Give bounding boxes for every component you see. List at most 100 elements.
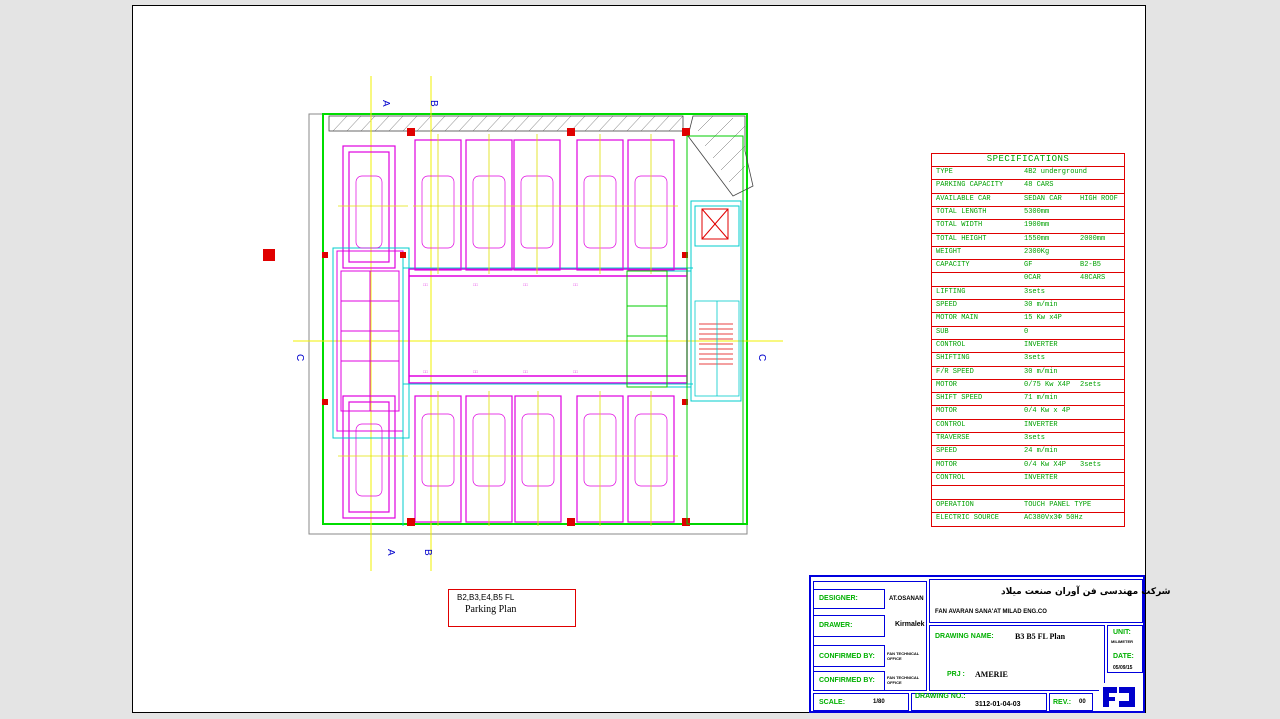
spec-value: 3sets bbox=[1024, 434, 1046, 442]
spec-value: TOUCH PANEL TYPE bbox=[1024, 500, 1092, 509]
spec-value: INVERTER bbox=[1024, 340, 1058, 349]
svg-text:□□: □□ bbox=[573, 369, 578, 374]
unit-label: UNIT: bbox=[1113, 629, 1131, 636]
spec-label: MOTOR bbox=[936, 380, 958, 389]
spec-value: 0CAR bbox=[1024, 274, 1041, 283]
designer-label: DESIGNER: bbox=[819, 595, 858, 602]
spec-value-2: 3sets bbox=[1080, 460, 1102, 469]
spec-label: CONTROL bbox=[936, 340, 966, 349]
company-logo-icon bbox=[1099, 683, 1139, 711]
spec-row: MOTOR 0/4 Kw x 4P bbox=[932, 405, 1124, 419]
spec-label: SHIFT SPEED bbox=[936, 394, 983, 403]
spec-value: 30 m/min bbox=[1024, 301, 1058, 309]
spec-label: TRAVERSE bbox=[936, 434, 970, 442]
spec-label: OPERATION bbox=[936, 500, 974, 509]
scale-value: 1/80 bbox=[873, 699, 885, 705]
spec-label: MOTOR bbox=[936, 460, 958, 469]
spec-row: MOTOR 0/75 Kw X4P 2sets bbox=[932, 378, 1124, 393]
spec-label: MOTOR bbox=[936, 407, 958, 416]
drawer-value: Kirmalek bbox=[895, 621, 925, 628]
spec-row bbox=[932, 485, 1124, 499]
spec-value: 48 CARS bbox=[1024, 181, 1054, 190]
confirmed-by-2-label: CONFIRMED BY: bbox=[819, 677, 875, 684]
spec-row: SHIFT SPEED 71 m/min bbox=[932, 392, 1124, 406]
spec-label: TYPE bbox=[936, 168, 953, 176]
project-label: PRJ : bbox=[947, 671, 965, 678]
spec-label: TOTAL LENGTH bbox=[936, 207, 987, 216]
drawing-name-label: DRAWING NAME: bbox=[935, 633, 994, 640]
specifications-table: SPECIFICATIONS TYPE 4B2 underground PARKIN… bbox=[931, 153, 1125, 527]
spec-label: CONTROL bbox=[936, 473, 966, 482]
spec-value: 24 m/min bbox=[1024, 447, 1058, 456]
spec-value: INVERTER bbox=[1024, 420, 1058, 429]
spec-value: 2300Kg bbox=[1024, 247, 1050, 256]
spec-value: GF bbox=[1024, 261, 1033, 270]
spec-label: ELECTRIC SOURCE bbox=[936, 513, 1000, 522]
spec-row: ELECTRIC SOURCE AC380Vx3Φ 50Hz bbox=[932, 511, 1124, 526]
spec-value: 5300mm bbox=[1024, 207, 1050, 216]
rev-value: 00 bbox=[1079, 699, 1086, 705]
spec-row: LIFTING 3sets bbox=[932, 285, 1124, 300]
spec-value-2: 48CARS bbox=[1080, 274, 1106, 283]
spec-value: 0 bbox=[1024, 327, 1029, 336]
spec-row: SPEED 30 m/min bbox=[932, 299, 1124, 313]
spec-value: AC380Vx3Φ 50Hz bbox=[1024, 513, 1083, 522]
spec-row: MOTOR 0/4 Kw X4P 3sets bbox=[932, 458, 1124, 473]
confirmed-by-2-value: FAN TECHNICAL OFFICE bbox=[887, 675, 920, 685]
section-c-right: C bbox=[756, 354, 767, 361]
spec-label: TOTAL HEIGHT bbox=[936, 234, 987, 243]
spec-value-2: 2000mm bbox=[1080, 234, 1106, 243]
spec-label: SPEED bbox=[936, 301, 958, 309]
spec-row: CONTROL INVERTER bbox=[932, 418, 1124, 433]
spec-value-2: B2-B5 bbox=[1080, 261, 1102, 270]
designer-value: AT.OSANAN bbox=[889, 596, 924, 602]
spec-row: OPERATION TOUCH PANEL TYPE bbox=[932, 498, 1124, 513]
spec-label: CONTROL bbox=[936, 420, 966, 429]
spec-row: CONTROL INVERTER bbox=[932, 338, 1124, 353]
spec-value-2: HIGH ROOF bbox=[1080, 194, 1118, 203]
date-label: DATE: bbox=[1113, 653, 1134, 660]
confirmed-by-1-label: CONFIRMED BY: bbox=[819, 653, 875, 660]
spec-label: WEIGHT bbox=[936, 247, 962, 256]
spec-label: SHIFTING bbox=[936, 354, 970, 363]
plan-caption: B2,B3,E4,B5 FL Parking Plan bbox=[448, 589, 576, 627]
unit-value: MILIMETER bbox=[1111, 639, 1133, 644]
spec-value: 1900mm bbox=[1024, 221, 1050, 230]
section-c-left: C bbox=[294, 354, 305, 361]
spec-value: 0/75 Kw X4P bbox=[1024, 380, 1071, 389]
drawer-label: DRAWER: bbox=[819, 622, 853, 629]
spec-row: 0CAR 48CARS bbox=[932, 272, 1124, 286]
spec-value: 0/4 Kw X4P bbox=[1024, 460, 1067, 469]
drawing-name-value: B3 B5 FL Plan bbox=[1015, 632, 1066, 641]
svg-text:□□: □□ bbox=[423, 369, 428, 374]
spec-row: TYPE 4B2 underground bbox=[932, 166, 1124, 180]
spec-value: 1550mm bbox=[1024, 234, 1050, 243]
spec-label: SUB bbox=[936, 327, 949, 336]
spec-label: LIFTING bbox=[936, 287, 966, 296]
section-b-bottom: B bbox=[422, 549, 433, 556]
caption-name: Parking Plan bbox=[465, 604, 517, 615]
spec-row: SHIFTING 3sets bbox=[932, 352, 1124, 366]
rev-label: REV.: bbox=[1053, 699, 1072, 706]
drawing-sheet: A B A B C C □□ □□ □□ □□ □□ □□ □□ □□ SPEC… bbox=[132, 5, 1171, 713]
spec-row: TOTAL LENGTH 5300mm bbox=[932, 205, 1124, 220]
section-a-top: A bbox=[380, 100, 391, 107]
confirmed-by-1-value: FAN TECHNICAL OFFICE bbox=[887, 651, 920, 661]
spec-value: 71 m/min bbox=[1024, 394, 1058, 403]
company-name-en: FAN AVARAN SANA'AT MILAD ENG.CO bbox=[935, 609, 1047, 615]
project-value: AMERIE bbox=[975, 670, 1008, 679]
spec-value: 3sets bbox=[1024, 287, 1046, 296]
spec-row: CAPACITY GF B2-B5 bbox=[932, 259, 1124, 273]
spec-row: SPEED 24 m/min bbox=[932, 445, 1124, 459]
svg-text:□□: □□ bbox=[473, 282, 478, 287]
spec-label: F/R SPEED bbox=[936, 367, 974, 376]
title-block: DESIGNER: AT.OSANAN DRAWER: Kirmalek CON… bbox=[809, 575, 1171, 713]
company-name-fa: شرکت مهندسی فن آوران صنعت میلاد bbox=[1001, 587, 1171, 597]
spec-row: WEIGHT 2300Kg bbox=[932, 245, 1124, 260]
spec-row: TRAVERSE 3sets bbox=[932, 432, 1124, 446]
spec-value: 30 m/min bbox=[1024, 367, 1058, 376]
drawing-no-value: 3112-01-04-03 bbox=[975, 701, 1021, 708]
spec-label: MOTOR MAIN bbox=[936, 314, 979, 323]
scale-label: SCALE: bbox=[819, 699, 846, 706]
spec-value: 0/4 Kw x 4P bbox=[1024, 407, 1071, 416]
